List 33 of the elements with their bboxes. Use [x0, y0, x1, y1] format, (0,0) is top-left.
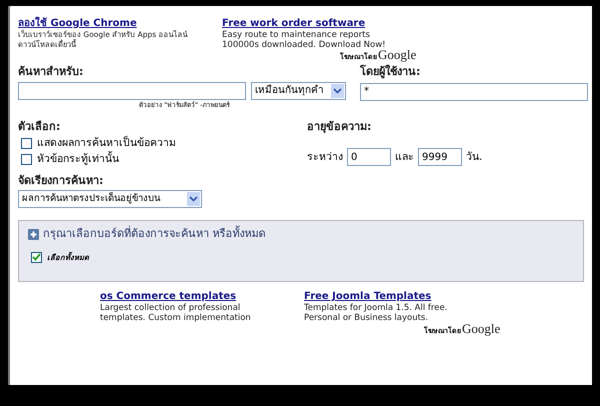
checkbox[interactable] — [31, 252, 42, 262]
to-field[interactable]: 9999 — [418, 148, 462, 166]
option-label: แสดงผลการค้นหาเป็นข้อความ — [37, 136, 176, 150]
between-text: ระหว่าง — [307, 150, 343, 164]
options-label: ตัวเลือก: — [18, 120, 62, 134]
search-label: ค้นหาสำหรับ: — [18, 65, 84, 79]
ad-link[interactable]: ลองใช้ Google Chrome — [18, 18, 137, 29]
from-field[interactable]: 0 — [347, 148, 391, 166]
ad-text: Largest collection of professional — [100, 303, 242, 313]
ad-text: 100000s downloaded. Download Now! — [222, 40, 386, 50]
boards-title: กรุณาเลือกบอร์ดที่ต้องการจะค้นหา หรือทั้งหมด — [43, 227, 266, 241]
ad-text: Personal or Business layouts. — [304, 313, 430, 323]
match-dropdown[interactable]: เหมือนกันทุกคำ — [251, 82, 346, 100]
checkbox[interactable] — [21, 138, 32, 148]
expand-icon[interactable] — [28, 228, 39, 240]
checkbox[interactable] — [21, 154, 32, 164]
sort-dropdown[interactable]: ผลการค้นหาตรงประเด็นอยู่ข้างบน — [18, 190, 202, 208]
and-text: และ — [395, 150, 414, 164]
option-label: หัวข้อกระทู้เท่านั้น — [37, 152, 119, 166]
sort-label: จัดเรียงการค้นหา: — [18, 174, 104, 188]
ad-link[interactable]: Free work order software — [222, 18, 366, 29]
ad-link[interactable]: Free Joomla Templates — [304, 291, 432, 302]
ad-text: Templates for Joomla 1.5. All free. — [304, 303, 448, 313]
google-text: Google — [462, 321, 500, 337]
ad-text: templates. Custom implementation — [100, 313, 252, 323]
google-text: Google — [378, 47, 416, 63]
user-field[interactable]: * — [360, 82, 588, 100]
ad-text: Easy route to maintenance reports — [222, 30, 371, 40]
search-field[interactable] — [18, 82, 246, 100]
user-label: โดยผู้ใช้งาน: — [360, 65, 422, 79]
age-label: อายุข้อความ: — [307, 120, 372, 134]
ad-link[interactable]: os Commerce templates — [100, 291, 236, 302]
unit-text: วัน. — [466, 150, 482, 164]
